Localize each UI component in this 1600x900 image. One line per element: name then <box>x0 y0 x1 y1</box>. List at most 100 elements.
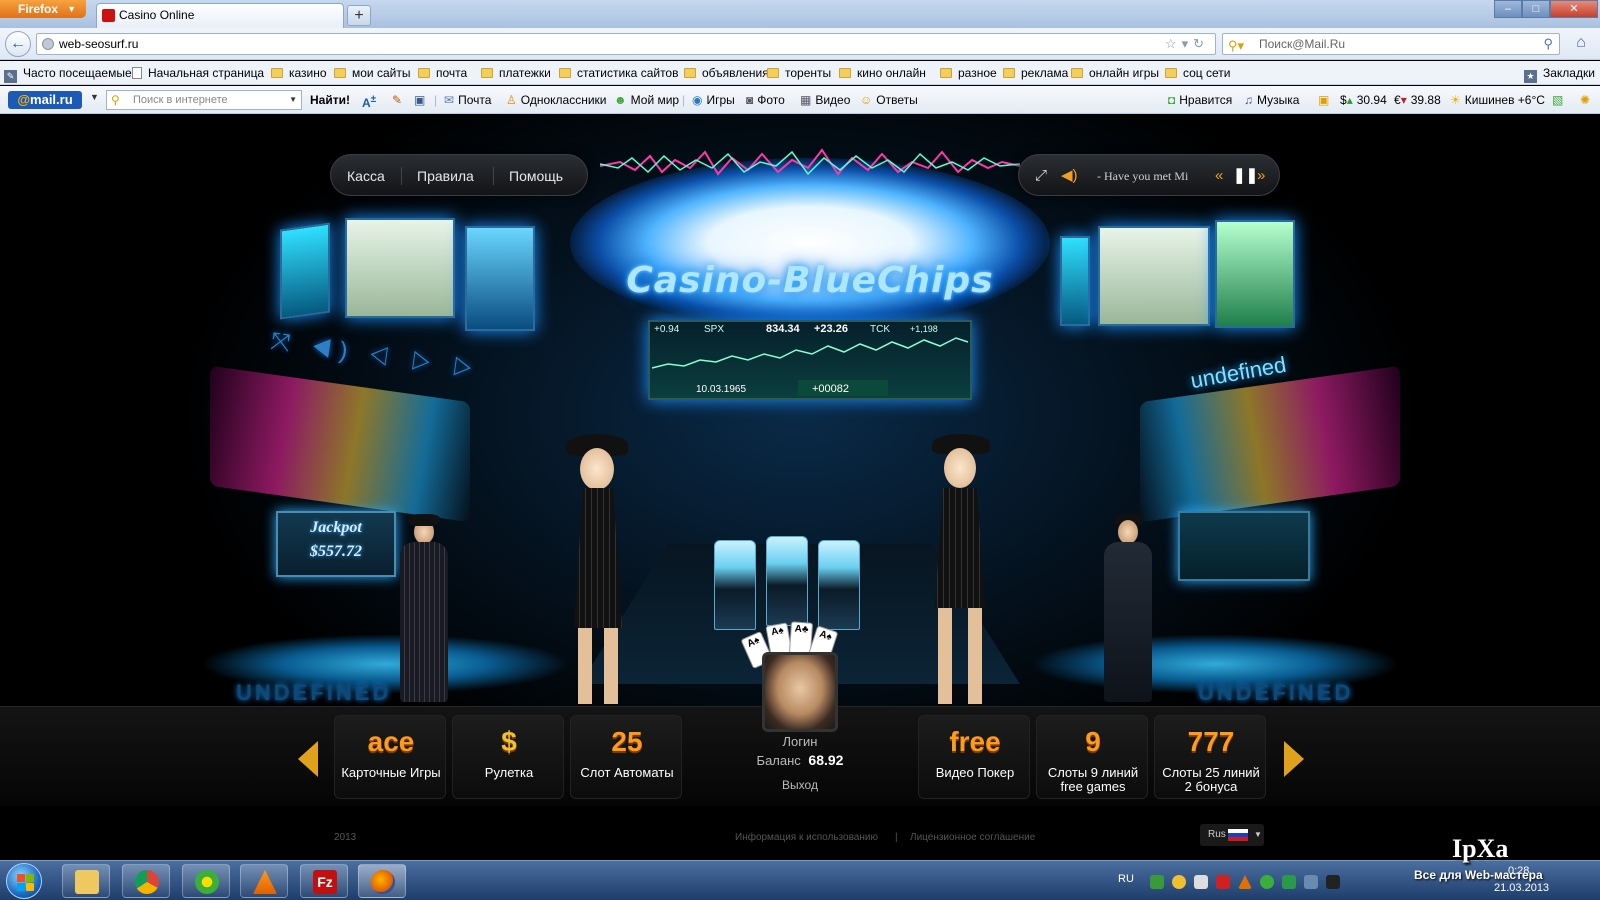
mailru-search-input[interactable]: ⚲ Поиск в интернете ▼ <box>106 90 302 110</box>
game-roulette[interactable]: $ Рулетка <box>452 715 564 799</box>
toolbar-item-mail[interactable]: ✉ Почта <box>444 86 491 114</box>
nav-rules[interactable]: Правила <box>417 155 474 197</box>
bookmark-folder[interactable]: онлайн игры <box>1071 61 1159 85</box>
search-bar[interactable]: ⚲▾ Поиск@Mail.Ru ⚲ <box>1222 33 1560 55</box>
bookmark-star-icon[interactable]: ☆ <box>1165 36 1182 51</box>
game-sublabel: 2 бонуса <box>1184 779 1238 794</box>
icq-tray-icon[interactable] <box>1260 875 1274 889</box>
antivirus-icon[interactable] <box>1216 875 1230 889</box>
game-slot-machines[interactable]: 25 Слот Автоматы <box>570 715 682 799</box>
tray-app-icon[interactable] <box>1194 875 1208 889</box>
chevron-down-icon[interactable]: ▼ <box>289 91 297 109</box>
bookmark-folder[interactable]: статистика сайтов <box>559 61 678 85</box>
bookmark-most-visited[interactable]: ✎ Часто посещаемые <box>4 61 132 85</box>
taskbar-vlc[interactable] <box>240 864 288 898</box>
footer-license-link[interactable]: Лицензионное соглашение <box>910 832 1035 843</box>
pause-icon[interactable]: ❚❚ <box>1233 155 1258 197</box>
history-dropdown-icon[interactable]: ▾ <box>1182 36 1194 51</box>
bookmarks-menu-button[interactable]: ★ Закладки <box>1524 61 1595 85</box>
vlc-tray-icon[interactable] <box>1238 875 1252 889</box>
game-slots-25-lines[interactable]: 777 Слоты 25 линий 2 бонуса <box>1154 715 1266 799</box>
taskbar-explorer[interactable] <box>62 864 110 898</box>
firefox-menu-button[interactable]: Firefox ▼ <box>0 0 86 18</box>
toolbar-item-odnoklassniki[interactable]: ♙ Одноклассники <box>506 86 606 114</box>
bookmark-folder[interactable]: торенты <box>767 61 831 85</box>
home-button[interactable]: ⌂ <box>1570 33 1592 55</box>
next-track-icon[interactable]: » <box>1257 155 1265 197</box>
scroll-left-arrow[interactable] <box>298 741 318 777</box>
bookmark-folder[interactable]: платежки <box>481 61 551 85</box>
sun-icon: ☀ <box>1450 93 1461 107</box>
toolbar-item-likes[interactable]: ◘ Нравится <box>1168 86 1232 114</box>
bookmark-folder[interactable]: казино <box>271 61 327 85</box>
login-label[interactable]: Логин <box>722 734 878 749</box>
toolbar-item-games[interactable]: ◉ Игры <box>692 86 735 114</box>
bookmark-folder[interactable]: мои сайты <box>334 61 410 85</box>
settings-icon[interactable]: ✺ <box>1580 86 1590 114</box>
tray-app-icon[interactable] <box>1172 875 1186 889</box>
bookmark-folder[interactable]: кино онлайн <box>839 61 926 85</box>
nav-cashier[interactable]: Касса <box>347 155 385 197</box>
start-button[interactable] <box>6 863 42 899</box>
logout-button[interactable]: Выход <box>722 778 878 792</box>
map-icon[interactable]: ▧ <box>1552 86 1563 114</box>
highlight-icon[interactable]: ✎ <box>392 86 402 114</box>
taskbar-filezilla[interactable]: Fz <box>300 864 348 898</box>
search-engine-icon[interactable]: ⚲▾ <box>1228 36 1244 56</box>
toolbar-item-photo[interactable]: ◙ Фото <box>746 86 785 114</box>
footer-info-link[interactable]: Информация к использованию <box>735 832 878 843</box>
language-selector[interactable]: Rus ▼ <box>1200 824 1264 846</box>
browser-tab[interactable]: Casino Online <box>96 3 344 28</box>
slot-9-icon: 9 <box>1085 726 1101 757</box>
chrome-icon <box>135 870 159 894</box>
currency-usd[interactable]: $▴ 30.94 <box>1340 86 1387 114</box>
search-icon[interactable]: ⚲ <box>1543 34 1553 54</box>
toolbar-item-my-world[interactable]: ☻ Мой мир <box>614 86 679 114</box>
toolbar-item-music[interactable]: ♫ Музыка <box>1244 86 1299 114</box>
scroll-right-arrow[interactable] <box>1284 741 1304 777</box>
toolbar-item-answers[interactable]: ☺ Ответы <box>860 86 918 114</box>
bookmark-folder[interactable]: реклама <box>1003 61 1068 85</box>
mailru-logo[interactable]: @mail.ru <box>8 91 82 109</box>
bookmark-folder[interactable]: разное <box>940 61 997 85</box>
previous-track-icon[interactable]: « <box>1215 155 1223 197</box>
wallet-icon[interactable]: ▣ <box>1318 86 1329 114</box>
display-icon[interactable] <box>1304 875 1318 889</box>
tab-title: Casino Online <box>119 8 195 22</box>
tray-language[interactable]: RU <box>1118 873 1134 885</box>
volume-icon[interactable]: ◀) <box>1061 155 1078 197</box>
currency-eur[interactable]: €▾ 39.88 <box>1394 86 1441 114</box>
address-bar[interactable]: web-seosurf.ru ☆▾↻ <box>36 33 1216 55</box>
minimize-button[interactable]: – <box>1494 0 1522 18</box>
find-button[interactable]: Найти! <box>310 90 350 110</box>
taskbar-icq[interactable] <box>182 864 230 898</box>
new-tab-button[interactable]: + <box>347 5 371 26</box>
toolbar-item-video[interactable]: ▦ Видео <box>800 86 850 114</box>
tray-app-icon[interactable] <box>1282 875 1296 889</box>
game-video-poker[interactable]: free Видео Покер <box>918 715 1030 799</box>
fullscreen-icon[interactable]: ⤢ <box>1035 155 1047 197</box>
taskbar-chrome[interactable] <box>122 864 170 898</box>
chevron-down-icon[interactable]: ▼ <box>90 92 99 102</box>
network-icon[interactable] <box>1150 875 1164 889</box>
taskbar-firefox[interactable] <box>358 864 406 898</box>
bookmark-folder[interactable]: почта <box>418 61 467 85</box>
weather-widget[interactable]: ☀ Кишинев +6°C <box>1450 86 1545 114</box>
stock-ticker-graphic: +0.94 SPX 834.34 +23.26 TCK +1,198 10.03… <box>651 323 969 396</box>
balance-label: Баланс <box>756 753 801 768</box>
bookmark-home-page[interactable]: Начальная страница <box>132 61 264 85</box>
tray-app-icon[interactable] <box>1326 875 1340 889</box>
reload-icon[interactable]: ↻ <box>1193 36 1209 51</box>
game-slots-9-lines[interactable]: 9 Слоты 9 линий free games <box>1036 715 1148 799</box>
screenshot-icon[interactable]: ▣ <box>414 86 425 114</box>
close-window-button[interactable]: ✕ <box>1550 0 1598 18</box>
nav-help[interactable]: Помощь <box>509 155 563 197</box>
font-size-icon[interactable]: A± <box>362 86 376 114</box>
maximize-button[interactable]: □ <box>1522 0 1550 18</box>
back-button[interactable]: ← <box>5 31 31 57</box>
bookmark-folder[interactable]: соц сети <box>1165 61 1231 85</box>
clock-date[interactable]: 21.03.2013 <box>1494 882 1549 894</box>
bookmark-folder[interactable]: объявления <box>684 61 769 85</box>
user-avatar[interactable] <box>762 652 838 732</box>
game-card-games[interactable]: ace Карточные Игры <box>334 715 446 799</box>
